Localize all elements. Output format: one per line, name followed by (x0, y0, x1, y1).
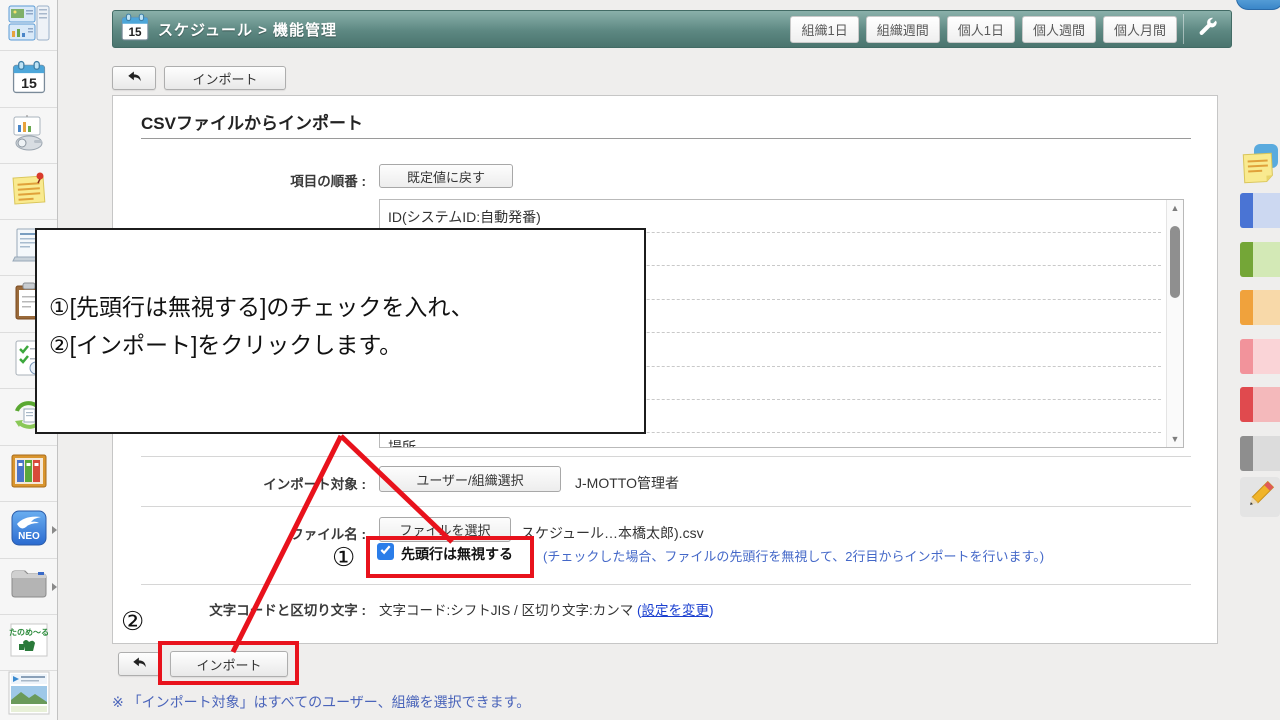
label-swatch-green[interactable] (1240, 242, 1280, 277)
scroll-up-icon[interactable]: ▲ (1167, 203, 1183, 213)
folder-icon (8, 566, 50, 607)
encoding-label: 文字コードと区切り文字 : (113, 599, 366, 619)
page-title: CSVファイルからインポート (141, 109, 363, 134)
annotation-line1: ①[先頭行は無視する]のチェックを入れ、 (49, 288, 474, 326)
memo-icon (9, 169, 49, 214)
ignore-first-line-label[interactable]: 先頭行は無視する (401, 544, 513, 564)
annotation-callout-box: ①[先頭行は無視する]のチェックを入れ、 ②[インポート]をクリックします。 (35, 228, 646, 434)
order-label: 項目の順番 : (113, 170, 366, 190)
ad-banner-icon (7, 670, 51, 720)
module-header: 15 スケジュール > 機能管理 組織1日 組織週間 個人1日 個人週間 個人月… (112, 10, 1232, 48)
schedule-icon: 15 (11, 59, 47, 100)
footer-note: ※ 「インポート対象」はすべてのユーザー、組織を選択できます。 (112, 692, 530, 712)
back-arrow-icon (131, 655, 148, 673)
svg-text:15: 15 (21, 74, 37, 90)
breadcrumb: スケジュール > 機能管理 (158, 19, 337, 40)
expand-arrow-icon[interactable] (52, 583, 57, 591)
file-label: ファイル名 : (113, 523, 366, 543)
tanomail-icon: たのめ〜る (9, 620, 49, 665)
view-button-personal-week[interactable]: 個人週間 (1022, 16, 1096, 43)
target-label: インポート対象 : (113, 473, 366, 493)
choose-file-button[interactable]: ファイルを選択 (379, 517, 511, 542)
pencil-icon (1243, 478, 1277, 517)
swatch-strip (1240, 339, 1253, 374)
header-divider (1183, 14, 1184, 44)
view-button-org-day[interactable]: 組織1日 (790, 16, 858, 43)
listbox-item-first[interactable]: ID(システムID:自動発番) (388, 207, 541, 227)
view-button-personal-day[interactable]: 個人1日 (947, 16, 1015, 43)
user-org-select-label: ユーザー/組織選択 (416, 470, 523, 489)
sidebar-item-cabinet[interactable] (0, 446, 57, 502)
svg-text:15: 15 (128, 26, 142, 39)
annotation-line2: ②[インポート]をクリックします。 (49, 326, 474, 364)
sidebar-item-facility[interactable] (0, 108, 57, 164)
view-buttons: 組織1日 組織週間 個人1日 個人週間 個人月間 (783, 11, 1177, 47)
scroll-down-icon[interactable]: ▼ (1167, 434, 1183, 444)
svg-text:NEO: NEO (18, 531, 40, 542)
schedule-icon: 15 (120, 12, 150, 47)
app-root: 15 (0, 0, 1280, 720)
import-button-top[interactable]: インポート (164, 66, 286, 90)
scrollbar-thumb[interactable] (1170, 226, 1180, 298)
edit-button[interactable] (1240, 477, 1280, 517)
view-button-org-week[interactable]: 組織週間 (866, 16, 940, 43)
heading-rule (141, 138, 1191, 139)
label-swatch-gray[interactable] (1240, 436, 1280, 471)
portal-icon (8, 3, 50, 48)
sidebar-item-schedule[interactable]: 15 (0, 51, 57, 108)
expand-arrow-icon[interactable] (52, 526, 57, 534)
sidebar-item-portal[interactable] (0, 0, 57, 51)
swatch-strip (1240, 290, 1253, 325)
file-value: スケジュール…本橋太郎).csv (521, 523, 704, 543)
annotation-text: ①[先頭行は無視する]のチェックを入れ、 ②[インポート]をクリックします。 (49, 288, 474, 364)
link-paren-close: ) (709, 603, 714, 618)
row-divider (141, 456, 1191, 457)
facility-icon (8, 113, 50, 158)
back-button[interactable] (112, 66, 156, 90)
svg-text:たのめ〜る: たのめ〜る (9, 627, 49, 637)
view-button-personal-month[interactable]: 個人月間 (1103, 16, 1177, 43)
row-divider (141, 506, 1191, 507)
sidebar-item-folder[interactable] (0, 559, 57, 615)
sidebar-item-neo[interactable]: NEO (0, 502, 57, 559)
swatch-strip (1240, 387, 1253, 422)
target-value: J-MOTTO管理者 (575, 473, 679, 493)
reset-default-label: 既定値に戻す (407, 167, 485, 186)
settings-button[interactable] (1185, 11, 1231, 47)
ignore-first-line-checkbox[interactable] (377, 543, 394, 560)
listbox-item-partial[interactable]: 場所 (388, 437, 416, 448)
swatch-strip (1240, 436, 1253, 471)
import-button-bottom[interactable]: インポート (170, 651, 288, 677)
swatch-strip (1240, 193, 1253, 228)
back-button-bottom[interactable] (118, 652, 160, 676)
swatch-strip (1240, 242, 1253, 277)
cabinet-icon (9, 451, 49, 496)
label-swatch-orange[interactable] (1240, 290, 1280, 325)
import-button-label: インポート (196, 655, 261, 674)
change-settings-link[interactable]: 設定を変更 (642, 603, 710, 618)
top-round-button[interactable] (1236, 0, 1280, 10)
sidebar-item-memo[interactable] (0, 164, 57, 220)
reset-default-button[interactable]: 既定値に戻す (379, 164, 513, 188)
back-arrow-icon (126, 69, 143, 87)
sidebar-item-ad-banner[interactable] (0, 671, 57, 720)
label-swatch-blue[interactable] (1240, 193, 1280, 228)
ignore-first-line-hint: (チェックした場合、ファイルの先頭行を無視して、2行目からインポートを行います。… (543, 546, 1044, 565)
row-divider (141, 584, 1191, 585)
check-icon (379, 543, 392, 561)
label-swatch-pink[interactable] (1240, 339, 1280, 374)
encoding-value: 文字コード:シフトJIS / 区切り文字:カンマ (設定を変更) (379, 599, 714, 619)
wrench-icon (1197, 16, 1219, 43)
neo-icon: NEO (9, 508, 49, 553)
encoding-value-text: 文字コード:シフトJIS / 区切り文字:カンマ (379, 603, 637, 618)
listbox-scrollbar[interactable]: ▲ ▼ (1166, 200, 1183, 447)
choose-file-label: ファイルを選択 (399, 520, 490, 539)
sidebar-item-tanomail[interactable]: たのめ〜る (0, 615, 57, 671)
sticky-note-icon[interactable] (1240, 144, 1278, 191)
label-swatch-red[interactable] (1240, 387, 1280, 422)
import-button-label: インポート (192, 69, 257, 88)
user-org-select-button[interactable]: ユーザー/組織選択 (379, 466, 561, 492)
